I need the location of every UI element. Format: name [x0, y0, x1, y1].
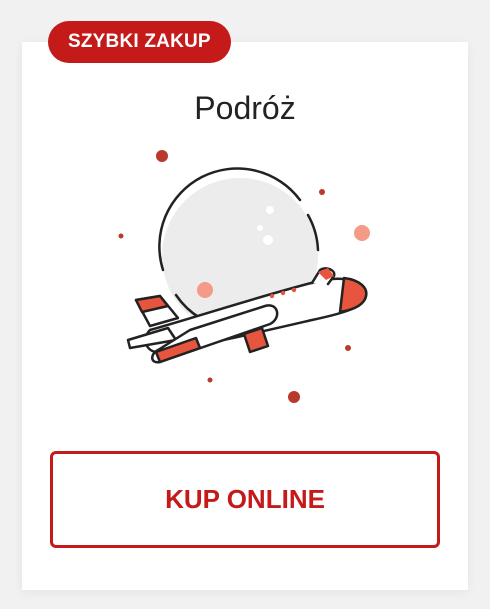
product-title: Podróż — [194, 90, 296, 126]
airplane-moon-icon — [118, 150, 370, 403]
buy-online-button[interactable]: KUP ONLINE — [50, 451, 440, 548]
quick-buy-badge: SZYBKI ZAKUP — [48, 21, 231, 63]
